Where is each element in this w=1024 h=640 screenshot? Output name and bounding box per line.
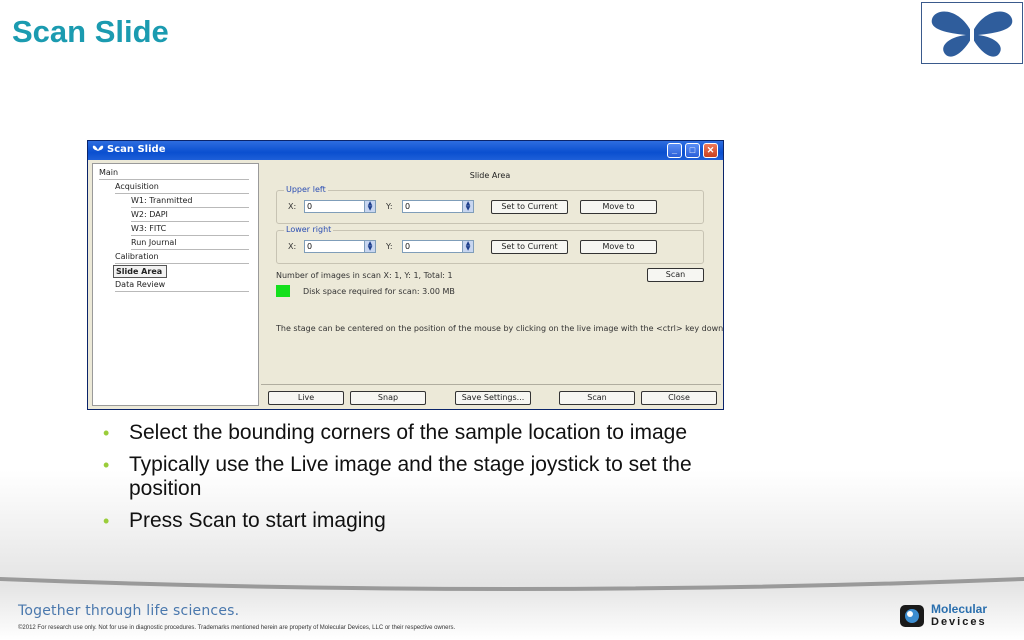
bullet-item: • Press Scan to start imaging (103, 509, 733, 533)
lower-right-label: Lower right (284, 225, 334, 234)
lower-right-move-to-button[interactable]: Move to (580, 240, 657, 254)
slide-area-panel: Slide Area Upper left X: 0 ▲ ▼ Y: 0 ▲ ▼ Se… (261, 163, 724, 383)
tree-item-w1[interactable]: W1: Tranmitted (131, 195, 249, 208)
window-title: Scan Slide (107, 144, 166, 155)
spinner-arrows-icon[interactable]: ▲ ▼ (462, 241, 473, 252)
tree-item-main[interactable]: Main (99, 167, 249, 180)
lower-right-y-value: 0 (405, 242, 411, 251)
lower-right-x-input[interactable]: 0 ▲ ▼ (304, 240, 376, 253)
bullet-icon: • (103, 511, 110, 531)
lower-right-x-value: 0 (307, 242, 313, 251)
tree-item-run-journal[interactable]: Run Journal (131, 237, 249, 250)
upper-left-label: Upper left (284, 185, 328, 194)
bullet-icon: • (103, 423, 110, 443)
molecular-devices-logo: Molecular Devices (899, 602, 1019, 632)
bullet-text: Typically use the Live image and the sta… (129, 453, 692, 500)
bullet-item: • Select the bounding corners of the sam… (103, 421, 733, 445)
upper-left-group: Upper left X: 0 ▲ ▼ Y: 0 ▲ ▼ Set to Curren… (276, 185, 704, 224)
spinner-arrows-icon[interactable]: ▲ ▼ (462, 201, 473, 212)
upper-left-y-label: Y: (386, 202, 393, 211)
tree-item-slide-area[interactable]: Slide Area (113, 265, 167, 278)
spinner-arrows-icon[interactable]: ▲ ▼ (364, 201, 375, 212)
bullet-list: • Select the bounding corners of the sam… (103, 421, 733, 541)
live-button[interactable]: Live (268, 391, 344, 405)
navigation-tree: Main Acquisition W1: Tranmitted W2: DAPI… (92, 163, 259, 406)
app-icon (92, 145, 104, 151)
save-settings-button[interactable]: Save Settings... (455, 391, 531, 405)
disk-space-text: Disk space required for scan: 3.00 MB (303, 287, 455, 296)
upper-left-y-value: 0 (405, 202, 411, 211)
spinner-arrows-icon[interactable]: ▲ ▼ (364, 241, 375, 252)
upper-left-x-label: X: (288, 202, 297, 211)
bullet-text: Select the bounding corners of the sampl… (129, 421, 688, 444)
brand-name-line1: Molecular (931, 602, 988, 616)
page-title: Scan Slide (12, 14, 169, 49)
panel-scan-button[interactable]: Scan (647, 268, 704, 282)
window-titlebar[interactable]: Scan Slide _ □ ✕ (88, 141, 723, 160)
tree-item-w2[interactable]: W2: DAPI (131, 209, 249, 222)
lower-right-set-to-current-button[interactable]: Set to Current (491, 240, 568, 254)
upper-left-set-to-current-button[interactable]: Set to Current (491, 200, 568, 214)
scan-button[interactable]: Scan (559, 391, 635, 405)
bullet-text: Press Scan to start imaging (129, 509, 386, 532)
panel-title: Slide Area (469, 171, 511, 180)
footer-tagline: Together through life sciences. (18, 603, 240, 619)
tree-item-data-review[interactable]: Data Review (115, 279, 249, 292)
close-window-button[interactable]: ✕ (703, 143, 718, 158)
molecule-icon (900, 605, 924, 627)
upper-left-x-input[interactable]: 0 ▲ ▼ (304, 200, 376, 213)
lower-right-x-label: X: (288, 242, 297, 251)
scan-slide-window: Scan Slide _ □ ✕ Main Acquisition W1: Tr… (87, 140, 724, 410)
butterfly-logo (921, 2, 1023, 64)
tree-item-calibration[interactable]: Calibration (115, 251, 249, 264)
lower-right-y-label: Y: (386, 242, 393, 251)
upper-left-x-value: 0 (307, 202, 313, 211)
brand-name-line2: Devices (931, 616, 987, 628)
images-in-scan-text: Number of images in scan X: 1, Y: 1, Tot… (276, 271, 453, 280)
close-button[interactable]: Close (641, 391, 717, 405)
lower-right-y-input[interactable]: 0 ▲ ▼ (402, 240, 474, 253)
copyright-text: ©2012 For research use only. Not for use… (18, 625, 456, 631)
lower-right-group: Lower right X: 0 ▲ ▼ Y: 0 ▲ ▼ Set to Curre… (276, 225, 704, 264)
bullet-item: • Typically use the Live image and the s… (103, 453, 733, 501)
tree-item-w3[interactable]: W3: FITC (131, 223, 249, 236)
upper-left-move-to-button[interactable]: Move to (580, 200, 657, 214)
upper-left-y-input[interactable]: 0 ▲ ▼ (402, 200, 474, 213)
snap-button[interactable]: Snap (350, 391, 426, 405)
minimize-button[interactable]: _ (667, 143, 682, 158)
bullet-icon: • (103, 455, 110, 475)
hint-text: The stage can be centered on the positio… (276, 324, 724, 333)
disk-space-indicator (276, 285, 290, 297)
footer-swoosh (0, 577, 1024, 591)
tree-item-acquisition[interactable]: Acquisition (115, 181, 249, 194)
maximize-button[interactable]: □ (685, 143, 700, 158)
bottom-button-bar: Live Snap Save Settings... Scan Close (261, 384, 721, 408)
